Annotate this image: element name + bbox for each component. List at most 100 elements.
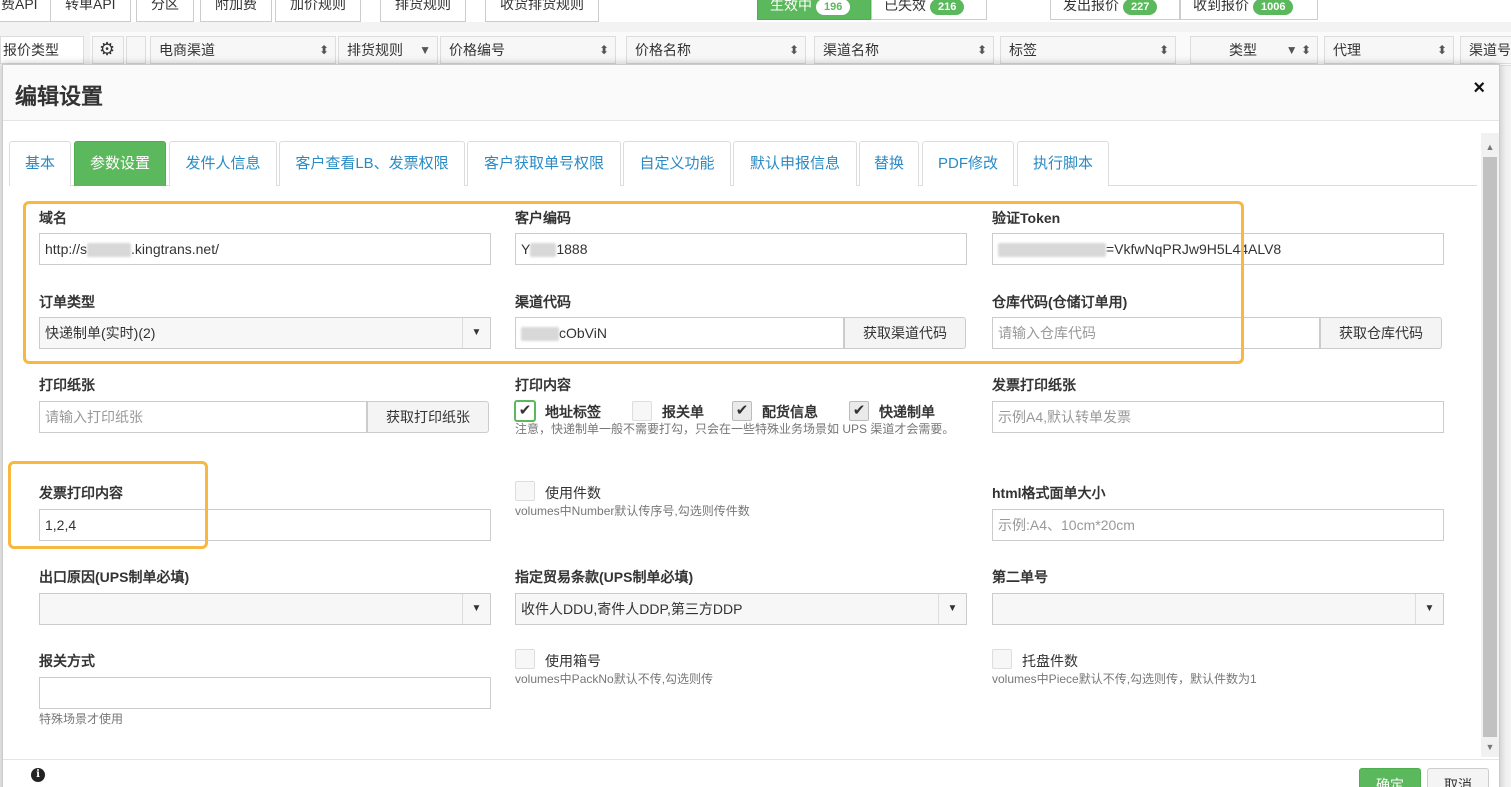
chevron-down-icon: ▼ xyxy=(462,594,490,624)
bg-tab-receive-rules[interactable]: 收货排货规则 xyxy=(485,0,599,22)
chevron-down-icon: ▼ xyxy=(462,318,490,348)
print-content-help: 注意，快递制单一般不需要打勾，只会在一些特殊业务场景如 UPS 渠道才会需要。 xyxy=(515,422,955,436)
scrollbar-thumb[interactable] xyxy=(1483,157,1497,737)
background-table-header: ⚙ 电商渠道 ⬍ 排货规则 ▼ 价格编号 ⬍ 价格名称 ⬍ 渠道名称 ⬍ 标签 ⬍ 类型 ▼ … xyxy=(90,32,1511,66)
tab-customer-tracking[interactable]: 客户获取单号权限 xyxy=(467,141,621,186)
express-order-checkbox[interactable]: ✔ xyxy=(849,401,869,421)
channel-code-input[interactable]: cObViN xyxy=(515,317,844,349)
bg-tab-transfer-api[interactable]: 转单API xyxy=(50,0,131,22)
expired-filter-pill[interactable]: 已失效 216 xyxy=(871,0,987,20)
print-paper-input[interactable]: 请输入打印纸张 xyxy=(39,401,367,433)
bg-tab-rules[interactable]: 排货规则 xyxy=(380,0,466,22)
col-rules[interactable]: 排货规则 ▼ xyxy=(338,36,438,64)
use-box-no-checkbox[interactable] xyxy=(515,649,535,669)
sent-quote-pill[interactable]: 发出报价 227 xyxy=(1050,0,1180,20)
expired-count-badge: 216 xyxy=(930,0,965,15)
sort-icon: ⬍ xyxy=(598,43,609,57)
edit-settings-modal: 编辑设置 × ▲ ▼ 基本 参数设置 发件人信息 客户查看LB、发票权限 客户获… xyxy=(2,64,1500,787)
scroll-up-icon[interactable]: ▲ xyxy=(1484,141,1496,153)
tab-basic[interactable]: 基本 xyxy=(9,141,71,186)
use-pieces-checkbox[interactable] xyxy=(515,481,535,501)
use-box-no-text: 使用箱号 xyxy=(545,653,601,669)
picking-info-text: 配货信息 xyxy=(762,404,818,420)
redacted-text xyxy=(87,243,132,258)
get-channel-code-button[interactable]: 获取渠道代码 xyxy=(844,317,966,349)
sort-icon: ⬍ xyxy=(318,43,329,57)
use-box-no-help: volumes中PackNo默认不传,勾选则传 xyxy=(515,672,714,686)
export-reason-select[interactable]: ▼ xyxy=(39,593,491,625)
col-tag[interactable]: 标签 ⬍ xyxy=(1000,36,1176,64)
bg-tab-zone[interactable]: 分区 xyxy=(136,0,194,22)
customs-form-checkbox[interactable] xyxy=(632,401,652,421)
customs-method-help: 特殊场景才使用 xyxy=(39,712,124,726)
customer-code-input[interactable]: Y 1888 xyxy=(515,233,967,265)
get-print-paper-button[interactable]: 获取打印纸张 xyxy=(367,401,489,433)
order-type-select[interactable]: 快递制单(实时)(2) ▼ xyxy=(39,317,491,349)
col-type[interactable]: 类型 ▼ ⬍ xyxy=(1190,36,1318,64)
pallet-count-checkbox[interactable] xyxy=(992,649,1012,669)
tab-params[interactable]: 参数设置 xyxy=(74,141,166,186)
tab-customer-lb-invoice[interactable]: 客户查看LB、发票权限 xyxy=(279,141,465,186)
invoice-paper-input[interactable]: 示例A4,默认转单发票 xyxy=(992,401,1444,433)
col-ecommerce-channel[interactable]: 电商渠道 ⬍ xyxy=(150,36,336,64)
pallet-count-text: 托盘件数 xyxy=(1022,653,1078,669)
col-channel-no[interactable]: 渠道号 xyxy=(1460,36,1511,64)
token-label: 验证Token xyxy=(992,210,1061,226)
use-pieces-help: volumes中Number默认传序号,勾选则传件数 xyxy=(515,504,750,518)
warehouse-code-label: 仓库代码(仓储订单用) xyxy=(992,294,1128,310)
expired-filter-label: 已失效 xyxy=(884,0,926,13)
tab-pdf-edit[interactable]: PDF修改 xyxy=(922,141,1014,186)
dropdown-icon: ▼ xyxy=(419,43,431,57)
picking-info-checkbox[interactable]: ✔ xyxy=(732,401,752,421)
second-no-select[interactable]: ▼ xyxy=(992,593,1444,625)
address-label-checkbox[interactable]: ✔ xyxy=(515,401,535,421)
col-price-no[interactable]: 价格编号 ⬍ xyxy=(440,36,616,64)
tab-default-declaration[interactable]: 默认申报信息 xyxy=(733,141,857,186)
invoice-content-input[interactable]: 1,2,4 xyxy=(39,509,491,541)
address-label-text: 地址标签 xyxy=(545,404,601,420)
col-channel-name[interactable]: 渠道名称 ⬍ xyxy=(814,36,994,64)
sent-quote-label: 发出报价 xyxy=(1063,0,1119,13)
trade-terms-select[interactable]: 收件人DDU,寄件人DDP,第三方DDP ▼ xyxy=(515,593,967,625)
export-reason-label: 出口原因(UPS制单必填) xyxy=(39,569,190,585)
tab-custom-features[interactable]: 自定义功能 xyxy=(623,141,731,186)
active-filter-label: 生效中 xyxy=(770,0,812,13)
gear-icon[interactable]: ⚙ xyxy=(92,36,124,64)
redacted-text xyxy=(521,327,559,342)
bg-tab-surcharge[interactable]: 附加费 xyxy=(200,0,272,22)
select-all-checkbox[interactable] xyxy=(126,36,146,64)
trade-terms-label: 指定贸易条款(UPS制单必填) xyxy=(515,569,694,585)
active-count-badge: 196 xyxy=(816,0,851,15)
received-quote-badge: 1006 xyxy=(1253,0,1294,15)
received-quote-pill[interactable]: 收到报价 1006 xyxy=(1180,0,1318,20)
customs-method-input[interactable] xyxy=(39,677,491,709)
col-price-name[interactable]: 价格名称 ⬍ xyxy=(626,36,806,64)
domain-input[interactable]: http://s .kingtrans.net/ xyxy=(39,233,491,265)
html-size-input[interactable]: 示例:A4、10cm*20cm xyxy=(992,509,1444,541)
bg-tab-markup[interactable]: 加价规则 xyxy=(275,0,361,22)
token-input[interactable]: =VkfwNqPRJw9H5L44ALV8 xyxy=(992,233,1444,265)
get-warehouse-code-button[interactable]: 获取仓库代码 xyxy=(1320,317,1442,349)
tab-sender-info[interactable]: 发件人信息 xyxy=(169,141,277,186)
cancel-button[interactable]: 取消 xyxy=(1427,768,1489,787)
tab-run-script[interactable]: 执行脚本 xyxy=(1017,141,1109,186)
redacted-text xyxy=(998,243,1106,258)
scroll-down-icon[interactable]: ▼ xyxy=(1484,741,1496,753)
domain-label: 域名 xyxy=(39,210,67,226)
order-type-label: 订单类型 xyxy=(39,294,95,310)
col-agent[interactable]: 代理 ⬍ xyxy=(1324,36,1454,64)
pallet-count-help: volumes中Piece默认不传,勾选则传，默认件数为1 xyxy=(992,672,1257,686)
tab-replace[interactable]: 替换 xyxy=(859,141,919,186)
use-pieces-text: 使用件数 xyxy=(545,485,601,501)
bg-tab-api[interactable]: 费API xyxy=(0,0,53,22)
close-icon[interactable]: × xyxy=(1473,77,1485,100)
active-filter-pill[interactable]: 生效中 196 xyxy=(757,0,871,20)
confirm-button[interactable]: 确定 xyxy=(1359,768,1421,787)
dropdown-icon: ▼ ⬍ xyxy=(1285,43,1311,57)
info-icon[interactable]: i xyxy=(31,768,45,782)
customs-method-label: 报关方式 xyxy=(39,653,95,669)
warehouse-code-input[interactable]: 请输入仓库代码 xyxy=(992,317,1320,349)
invoice-paper-label: 发票打印纸张 xyxy=(992,377,1076,393)
settings-tabs: 基本 参数设置 发件人信息 客户查看LB、发票权限 客户获取单号权限 自定义功能… xyxy=(9,141,1477,186)
chevron-down-icon: ▼ xyxy=(1415,594,1443,624)
